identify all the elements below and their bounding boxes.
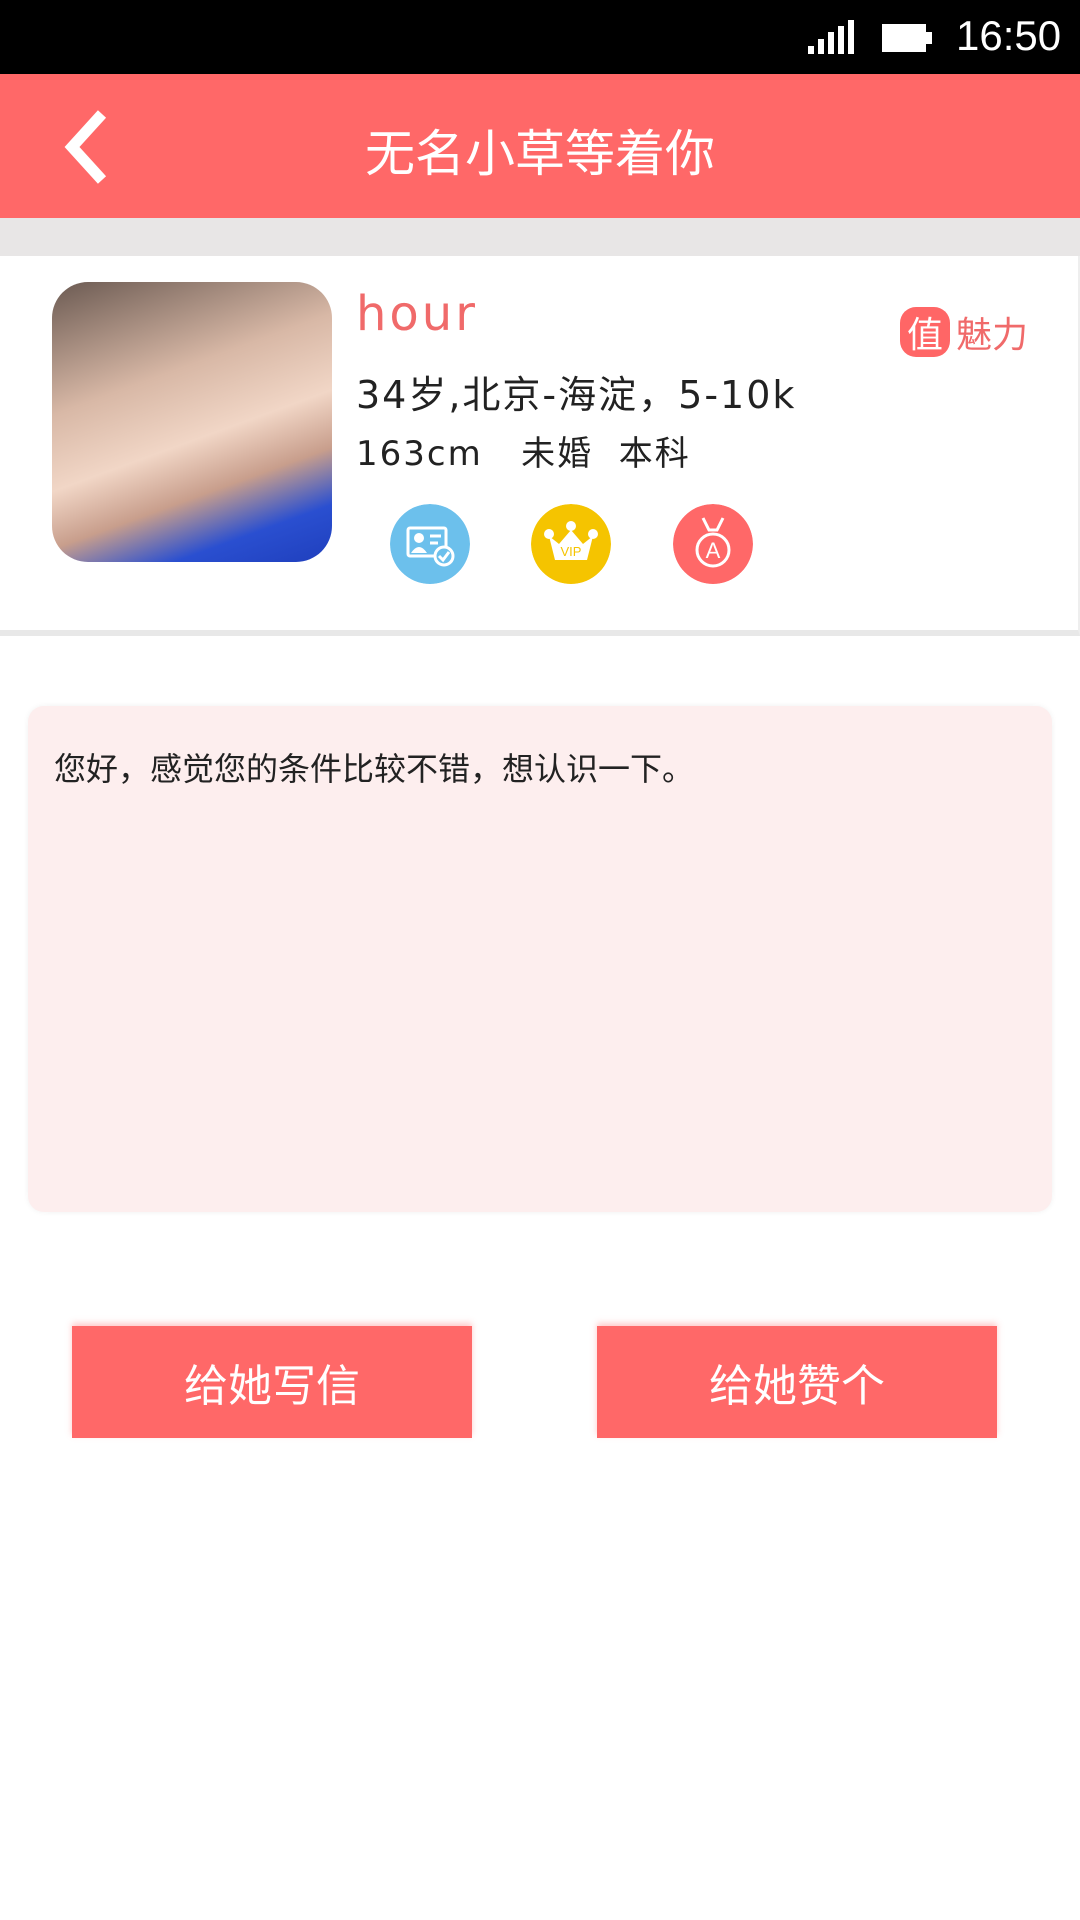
message-text: 您好，感觉您的条件比较不错，想认识一下。 [54,750,695,788]
charm-button[interactable]: 值 魅力 [900,306,1028,358]
medal-text: A [706,538,721,563]
message-box[interactable]: 您好，感觉您的条件比较不错，想认识一下。 [28,706,1052,1212]
status-bar: 16:50 [0,0,1080,74]
profile-name: hour [356,286,478,342]
profile-info-line2: 163cm 未婚 本科 [356,434,691,474]
profile-card: hour 值 魅力 34岁,北京-海淀，5-10k 163cm 未婚 本科 VI… [0,256,1080,636]
vip-text: VIP [561,544,582,559]
clock: 16:50 [956,12,1062,59]
divider [0,218,1080,256]
like-button[interactable]: 给她赞个 [597,1326,997,1438]
id-verified-icon [390,504,470,584]
medal-icon: A [673,504,753,584]
signal-icon [808,20,854,54]
page-title: 无名小草等着你 [365,125,715,183]
battery-icon [882,24,932,52]
profile-info-line1: 34岁,北京-海淀，5-10k [356,373,797,417]
vip-crown-icon: VIP [531,504,611,584]
charm-badge: 值 [900,307,950,357]
avatar[interactable] [52,282,332,562]
header: 无名小草等着你 [0,74,1080,218]
write-letter-button[interactable]: 给她写信 [72,1326,472,1438]
charm-label: 魅力 [956,315,1029,356]
